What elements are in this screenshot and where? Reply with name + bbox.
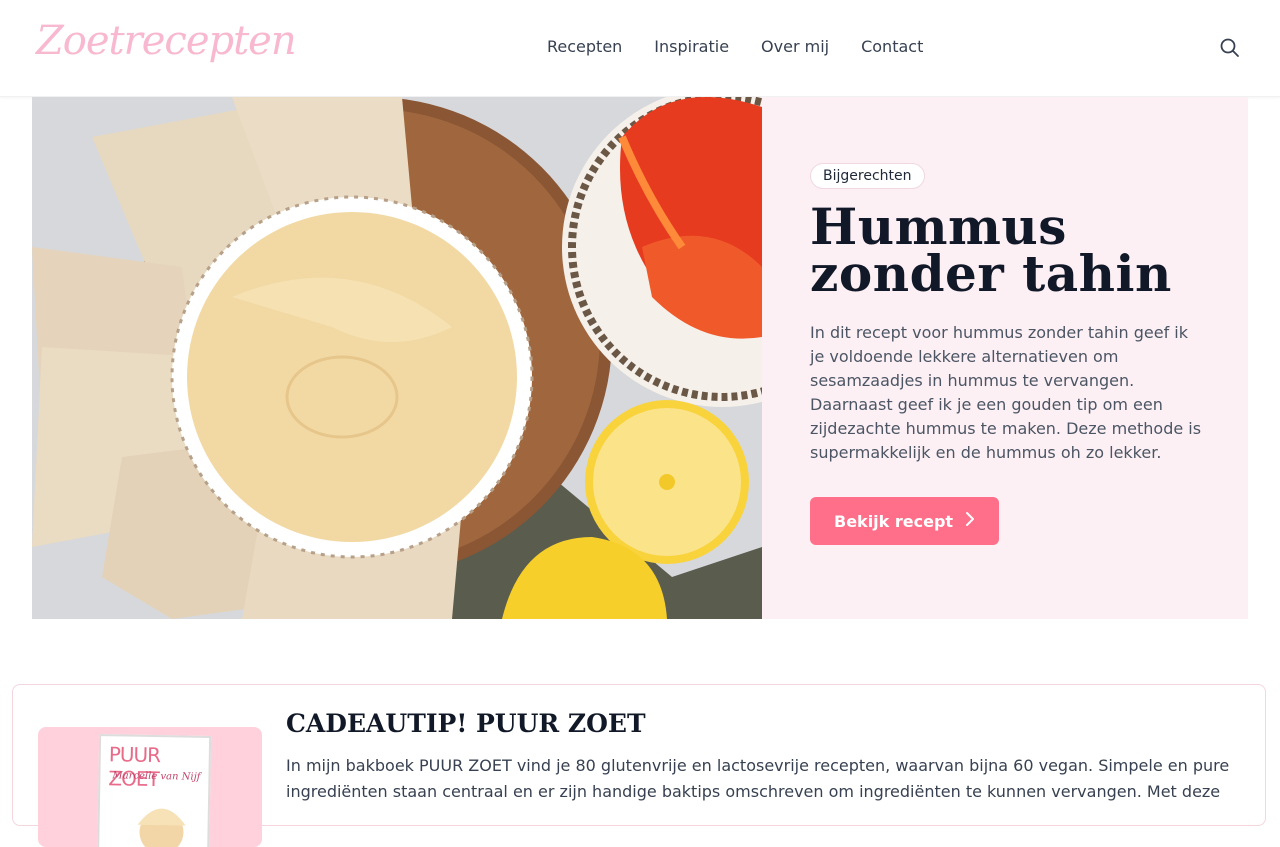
nav-recepten[interactable]: Recepten (547, 37, 622, 56)
chevron-right-icon (965, 511, 975, 531)
gift-tip-card: PUUR ZOET Marcelle van Nijf CADEAUTIP! P… (12, 684, 1266, 847)
recipe-title-line-1: Hummus (810, 197, 1067, 256)
promo-text: In mijn bakboek PUUR ZOET vind je 80 glu… (286, 756, 1230, 801)
book-cover: PUUR ZOET Marcelle van Nijf (96, 734, 212, 847)
recipe-description: In dit recept voor hummus zonder tahin g… (810, 323, 1202, 462)
recipe-title: Hummus zonder tahin (810, 197, 1205, 303)
book-cover-image[interactable]: PUUR ZOET Marcelle van Nijf (38, 727, 262, 847)
hummus-photo[interactable] (32, 97, 762, 619)
main-nav: Recepten Inspiratie Over mij Contact (547, 37, 923, 56)
site-logo[interactable]: Zoetrecepten (36, 18, 297, 64)
view-recipe-label: Bekijk recept (834, 511, 954, 531)
featured-recipe: Bijgerechten Hummus zonder tahin In dit … (32, 97, 1248, 619)
recipe-title-line-2: zonder tahin (810, 244, 1172, 303)
promo-title: CADEAUTIP! PUUR ZOET (286, 709, 646, 738)
search-icon[interactable] (1219, 37, 1241, 59)
nav-inspiratie[interactable]: Inspiratie (654, 37, 729, 56)
category-badge[interactable]: Bijgerechten (810, 163, 925, 189)
view-recipe-button[interactable]: Bekijk recept (810, 497, 1000, 545)
site-header: Zoetrecepten Recepten Inspiratie Over mi… (0, 0, 1280, 97)
nav-over-mij[interactable]: Over mij (761, 37, 829, 56)
nav-contact[interactable]: Contact (861, 37, 923, 56)
hero-content: Bijgerechten Hummus zonder tahin In dit … (810, 163, 1205, 545)
